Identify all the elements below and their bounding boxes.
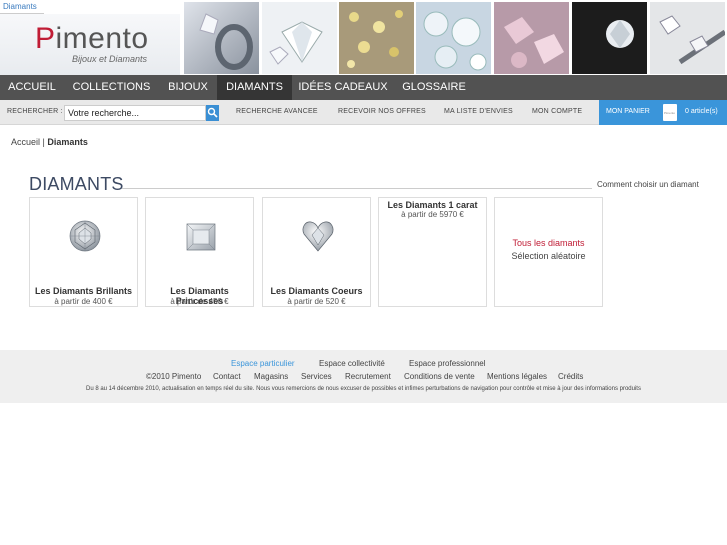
page-title: DIAMANTS [29,174,124,194]
advanced-search-link[interactable]: RECHERCHE AVANCEE [236,108,318,115]
search-icon [207,107,218,118]
footer-link-conditions[interactable]: Conditions de vente [404,372,475,381]
choose-diamond-link[interactable]: Comment choisir un diamant [597,180,699,189]
random-selection-link[interactable]: Sélection aléatoire [495,251,602,261]
footer-link-credits[interactable]: Crédits [558,372,583,381]
wishlist-link[interactable]: MA LISTE D'ENVIES [444,108,513,115]
footer-space-particulier[interactable]: Espace particulier [231,359,295,368]
breadcrumb-current: Diamants [47,137,88,147]
logo[interactable]: Pimento Bijoux et Diamants [0,14,180,75]
search-button[interactable] [206,105,219,121]
card-title: Les Diamants 1 carat [387,200,478,210]
header-photo-black-diamond [572,2,647,74]
nav-item-bijoux[interactable]: BIJOUX [159,75,217,100]
toolbar: RECHERCHER : Votre recherche... RECHERCH… [0,100,727,125]
card-price: à partir de 5970 € [401,210,464,219]
footer-space-professionnel[interactable]: Espace professionnel [409,359,486,368]
card-title: Les Diamants Coeurs [270,286,363,296]
princess-diamond-icon [186,223,216,251]
search-label: RECHERCHER : [7,108,63,115]
header-photo-loose-diamonds [416,2,491,74]
header-photo-diamond-ring [184,2,259,74]
main-nav: ACCUEIL COLLECTIONS BIJOUX DIAMANTS IDÉE… [0,75,727,100]
logo-wordmark: Pimento [35,22,149,55]
nav-item-accueil[interactable]: ACCUEIL [0,75,64,100]
footer-link-contact[interactable]: Contact [213,372,241,381]
cart-count: 0 article(s) [685,108,718,115]
title-divider [122,188,592,189]
cart-bag-text: Pimento [664,111,676,115]
card-title: Les Diamants Brillants [34,286,133,296]
header-photo-diamonds [262,2,337,74]
header-photo-pink-diamonds [494,2,569,74]
product-card-coeurs[interactable]: Les Diamants Coeurs à partir de 520 € [262,197,371,307]
footer-link-magasins[interactable]: Magasins [254,372,288,381]
footer-copyright: ©2010 Pimento [146,372,202,381]
nav-item-diamants[interactable]: DIAMANTS [217,75,292,100]
nav-item-collections[interactable]: COLLECTIONS [64,75,159,100]
footer-notice: Du 8 au 14 décembre 2010, actualisation … [86,386,641,392]
search-input[interactable]: Votre recherche... [64,105,206,121]
heart-diamond-icon [302,221,334,252]
header: Pimento Bijoux et Diamants [0,0,727,75]
logo-tagline: Bijoux et Diamants [72,54,148,64]
breadcrumb: Accueil | Diamants [11,137,88,147]
product-card-1-carat[interactable]: Les Diamants 1 carat à partir de 5970 € [378,197,487,307]
selection-card: Tous les diamants Sélection aléatoire [494,197,603,307]
footer-space-collectivite[interactable]: Espace collectivité [319,359,385,368]
header-photo-tweezers [650,2,725,74]
product-card-brillants[interactable]: Les Diamants Brillants à partir de 400 € [29,197,138,307]
card-price: à partir de 450 € [170,297,229,306]
footer-link-mentions[interactable]: Mentions légales [487,372,547,381]
card-price: à partir de 400 € [54,297,113,306]
footer: Espace particulier Espace collectivité E… [0,350,727,403]
breadcrumb-home[interactable]: Accueil [11,137,40,147]
header-photo-gold [339,2,414,74]
product-card-princesses[interactable]: Les Diamants Princesses à partir de 450 … [145,197,254,307]
card-price: à partir de 520 € [287,297,346,306]
footer-link-recrutement[interactable]: Recrutement [345,372,391,381]
all-diamonds-link[interactable]: Tous les diamants [495,238,602,248]
nav-item-idees-cadeaux[interactable]: IDÉES CADEAUX [292,75,394,100]
cart-button[interactable]: MON PANIER Pimento 0 article(s) [599,100,727,125]
browser-tab[interactable]: Diamants [0,0,44,14]
nav-item-glossaire[interactable]: GLOSSAIRE [394,75,474,100]
account-link[interactable]: MON COMPTE [532,108,582,115]
cart-label: MON PANIER [606,108,650,115]
footer-link-services[interactable]: Services [301,372,332,381]
offers-link[interactable]: RECEVOIR NOS OFFRES [338,108,426,115]
shopping-bag-icon: Pimento [663,104,677,121]
round-diamond-icon [69,220,101,252]
